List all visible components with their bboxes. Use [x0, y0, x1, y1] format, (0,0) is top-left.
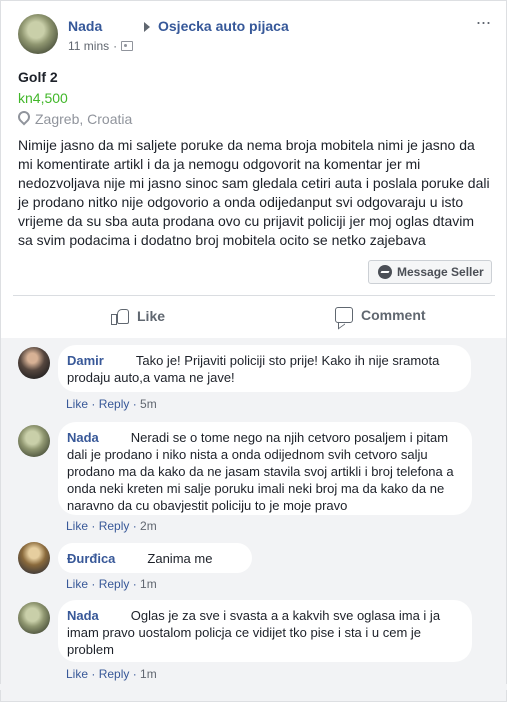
like-label: Like	[137, 307, 166, 324]
listing-title: Golf 2	[18, 69, 58, 85]
comment-label: Comment	[361, 307, 426, 323]
author-name[interactable]: Nada	[68, 18, 102, 34]
messenger-icon	[378, 265, 392, 279]
like-button[interactable]: Like	[111, 307, 166, 325]
comment-text: Oglas je za sve i svasta a a kakvih sve …	[67, 608, 441, 657]
post-body: Nimije jasno da mi saljete poruke da nem…	[18, 137, 490, 248]
comment-avatar[interactable]	[18, 602, 50, 634]
listing-price: kn4,500	[18, 90, 68, 106]
comment-bubble: Nada Neradi se o tome nego na njih cetvor…	[58, 422, 472, 515]
comment-meta: Like · Reply · 1m	[66, 577, 157, 591]
action-divider-top	[13, 295, 495, 296]
comment-meta: Like · Reply · 5m	[66, 397, 157, 411]
comment-avatar[interactable]	[18, 425, 50, 457]
comment-bubble: Nada Oglas je za sve i svasta a a kakvih …	[58, 600, 472, 662]
comment-reply-link[interactable]: Reply	[99, 667, 130, 681]
comment-time[interactable]: 1m	[140, 577, 157, 591]
comments-bottom-strip	[0, 684, 507, 690]
listing-location: Zagreb, Croatia	[15, 108, 133, 127]
location-pin-icon	[15, 108, 33, 126]
comment-like-link[interactable]: Like	[66, 397, 88, 411]
comment-text: Neradi se o tome nego na njih cetvoro po…	[67, 430, 454, 513]
comment-time[interactable]: 5m	[140, 397, 157, 411]
comment-reply-link[interactable]: Reply	[99, 519, 130, 533]
post-time-row: 11 mins ·	[68, 39, 134, 53]
author-avatar[interactable]	[18, 14, 58, 54]
like-icon	[111, 307, 129, 325]
comment-text: Tako je! Prijaviti policiji sto prije! K…	[67, 353, 440, 385]
comment-like-link[interactable]: Like	[66, 577, 88, 591]
comment-bubble: Đurđica Zanima me	[58, 543, 252, 573]
comment-author[interactable]: Đurđica	[67, 551, 115, 566]
comment-meta: Like · Reply · 1m	[66, 667, 157, 681]
comment-author[interactable]: Damir	[67, 353, 104, 368]
marketplace-post: Nada Osjecka auto pijaca 11 mins · ··· Go…	[0, 0, 507, 702]
comment-icon	[335, 307, 353, 323]
location-text: Zagreb, Croatia	[35, 111, 133, 127]
comment-meta: Like · Reply · 2m	[66, 519, 157, 533]
comment-avatar[interactable]	[18, 347, 50, 379]
comment-reply-link[interactable]: Reply	[99, 397, 130, 411]
message-seller-label: Message Seller	[397, 265, 484, 279]
more-options-icon[interactable]: ···	[474, 13, 492, 33]
comment-reply-link[interactable]: Reply	[99, 577, 130, 591]
message-seller-button[interactable]: Message Seller	[368, 260, 492, 284]
comment-bubble: Damir Tako je! Prijaviti policiji sto pri…	[58, 345, 471, 392]
comment-avatar[interactable]	[18, 542, 50, 574]
audience-icon[interactable]	[121, 41, 134, 51]
comment-time[interactable]: 2m	[140, 519, 157, 533]
post-time[interactable]: 11 mins	[68, 39, 109, 53]
comment-author[interactable]: Nada	[67, 608, 99, 623]
comment-author[interactable]: Nada	[67, 430, 99, 445]
comment-button[interactable]: Comment	[335, 307, 426, 323]
group-name[interactable]: Osjecka auto pijaca	[158, 18, 289, 34]
comment-like-link[interactable]: Like	[66, 667, 88, 681]
comment-like-link[interactable]: Like	[66, 519, 88, 533]
comment-text: Zanima me	[147, 551, 213, 566]
comment-time[interactable]: 1m	[140, 667, 157, 681]
separator-dot: ·	[113, 39, 118, 53]
arrow-right-icon	[144, 22, 150, 32]
